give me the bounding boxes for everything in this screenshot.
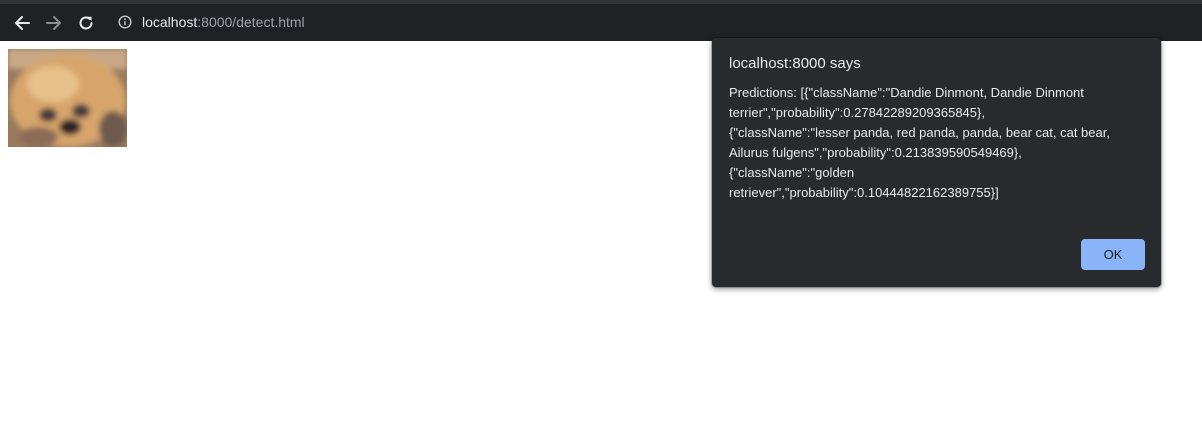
arrow-left-icon	[15, 16, 30, 30]
address-bar[interactable]: localhost:8000/detect.html	[108, 8, 1202, 37]
url-text[interactable]: localhost:8000/detect.html	[142, 14, 305, 31]
url-path: :8000/detect.html	[197, 14, 305, 30]
info-icon[interactable]	[118, 15, 132, 29]
dog-photo-image	[8, 49, 127, 147]
message-line: Ailurus fulgens","probability":0.2138395…	[729, 145, 1022, 160]
reload-icon	[79, 16, 93, 30]
dialog-message: Predictions: [{"className":"Dandie Dinmo…	[729, 83, 1149, 203]
ok-button[interactable]: OK	[1081, 239, 1145, 270]
alert-dialog: localhost:8000 says Predictions: [{"clas…	[712, 38, 1161, 287]
message-line: {"className":"golden	[729, 165, 855, 180]
url-host: localhost	[142, 14, 198, 30]
arrow-right-icon	[46, 16, 61, 30]
dog-photo	[8, 49, 127, 147]
reload-button[interactable]	[75, 12, 97, 34]
message-line: {"className":"lesser panda, red panda, p…	[729, 125, 1110, 140]
message-line: retriever","probability":0.1044482216238…	[729, 185, 999, 200]
message-line: terrier","probability":0.278422892093658…	[729, 105, 985, 120]
back-button[interactable]	[11, 12, 33, 34]
dialog-title: localhost:8000 says	[729, 55, 861, 72]
forward-button[interactable]	[43, 12, 65, 34]
message-line: Predictions: [{"className":"Dandie Dinmo…	[729, 85, 1084, 100]
browser-toolbar: localhost:8000/detect.html	[0, 4, 1202, 41]
